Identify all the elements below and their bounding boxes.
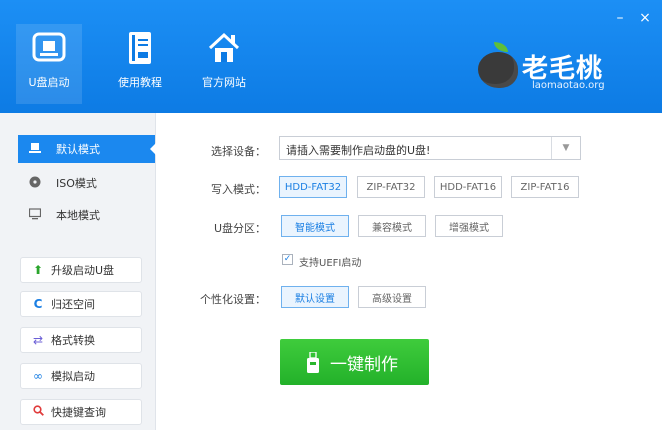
advanced-settings-button[interactable]: 高级设置 <box>358 286 426 308</box>
default-settings-button[interactable]: 默认设置 <box>281 286 349 308</box>
brand-logo: 老毛桃 laomaotao.org <box>474 36 624 96</box>
mode-local[interactable]: 本地模式 <box>18 201 155 229</box>
uefi-checkbox-label: 支持UEFI启动 <box>299 258 362 269</box>
mode-label: 本地模式 <box>56 209 100 222</box>
tool-label: 格式转换 <box>51 334 95 347</box>
swap-icon: ⇄ <box>32 333 44 347</box>
chevron-down-icon[interactable]: ▼ <box>551 137 580 159</box>
usb-stick-icon <box>306 351 320 373</box>
partition-compatible[interactable]: 兼容模式 <box>358 215 426 237</box>
one-click-make-label: 一键制作 <box>330 354 398 375</box>
device-select-value: 请插入需要制作启动盘的U盘! <box>286 144 431 157</box>
tool-label: 归还空间 <box>51 298 95 311</box>
tool-label: 升级启动U盘 <box>51 264 115 277</box>
simulate-boot-button[interactable]: ∞ 模拟启动 <box>20 363 142 389</box>
search-icon <box>31 405 45 419</box>
personalize-label: 个性化设置： <box>200 293 266 306</box>
write-zip-fat16[interactable]: ZIP-FAT16 <box>511 176 579 198</box>
close-button[interactable]: × <box>637 10 653 26</box>
nav-official-site[interactable]: 官方网站 <box>191 24 257 104</box>
monitor-icon <box>28 207 42 223</box>
mode-label: 默认模式 <box>56 143 100 156</box>
uefi-checkbox[interactable]: ✓ <box>282 254 293 265</box>
usb-drive-icon <box>28 142 42 157</box>
write-hdd-fat32[interactable]: HDD-FAT32 <box>279 176 347 198</box>
tool-label: 模拟启动 <box>51 370 95 383</box>
hotkey-lookup-button[interactable]: 快捷键查询 <box>20 399 142 425</box>
home-icon <box>206 30 242 66</box>
usb-drive-icon <box>31 30 67 66</box>
device-label: 选择设备： <box>211 145 266 158</box>
partition-smart[interactable]: 智能模式 <box>281 215 349 237</box>
nav-tutorial[interactable]: 使用教程 <box>107 24 173 104</box>
nav-label: 使用教程 <box>118 76 162 89</box>
nav-usb-boot[interactable]: U盘启动 <box>16 24 82 104</box>
device-select[interactable]: 请插入需要制作启动盘的U盘! ▼ <box>279 136 581 160</box>
one-click-make-button[interactable]: 一键制作 <box>280 339 429 385</box>
restore-space-button[interactable]: C 归还空间 <box>20 291 142 317</box>
nav-label: 官方网站 <box>202 76 246 89</box>
link-icon: ∞ <box>33 369 43 383</box>
peach-icon <box>478 52 518 88</box>
mode-default[interactable]: 默认模式 <box>18 135 156 163</box>
nav-label: U盘启动 <box>28 76 70 89</box>
disc-icon <box>28 176 42 191</box>
brand-site: laomaotao.org <box>532 80 605 91</box>
upgrade-usb-button[interactable]: ⬆ 升级启动U盘 <box>20 257 142 283</box>
write-hdd-fat16[interactable]: HDD-FAT16 <box>434 176 502 198</box>
tool-label: 快捷键查询 <box>51 406 106 419</box>
sidebar: 默认模式 ISO模式 本地模式 ⬆ 升级启动U盘 C 归还空间 ⇄ 格式转换 ∞… <box>0 113 156 430</box>
minimize-button[interactable]: – <box>612 10 628 26</box>
header-bar: U盘启动 使用教程 官方网站 – × 老毛桃 laomaotao.org <box>0 0 662 113</box>
arrow-up-icon: ⬆ <box>32 263 44 277</box>
mode-label: ISO模式 <box>56 177 97 190</box>
write-mode-label: 写入模式： <box>211 183 266 196</box>
refresh-icon: C <box>33 297 43 311</box>
partition-enhanced[interactable]: 增强模式 <box>435 215 503 237</box>
leaf-icon <box>494 42 508 52</box>
format-convert-button[interactable]: ⇄ 格式转换 <box>20 327 142 353</box>
book-icon <box>122 30 158 66</box>
partition-label: U盘分区： <box>213 222 266 235</box>
write-zip-fat32[interactable]: ZIP-FAT32 <box>357 176 425 198</box>
mode-iso[interactable]: ISO模式 <box>18 169 155 197</box>
